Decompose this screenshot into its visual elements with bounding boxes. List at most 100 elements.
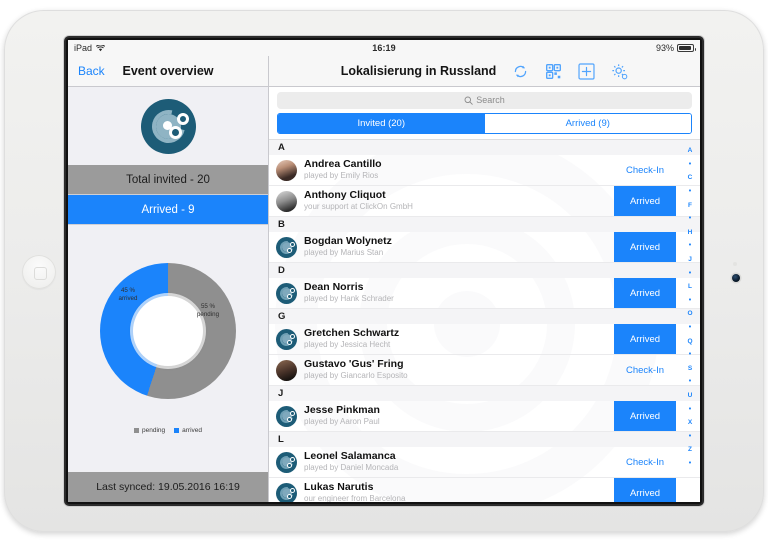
- index-letter[interactable]: •: [689, 402, 691, 416]
- row-action: Arrived: [614, 232, 676, 262]
- attendee-name: Leonel Salamanca: [304, 450, 396, 463]
- attendee-list-pane: Lokalisierung in Russland Search Invited…: [269, 56, 700, 502]
- table-row[interactable]: Andrea Cantillo played by Emily Rios Check…: [269, 155, 700, 186]
- attendee-info: Bogdan Wolynetz played by Marius Stan: [304, 235, 614, 259]
- ipad-screen: iPad 16:19 93% Back Event overview Total…: [68, 40, 700, 502]
- attendee-name: Andrea Cantillo: [304, 158, 382, 171]
- table-row[interactable]: Lukas Narutis our engineer from Barcelona…: [269, 478, 700, 502]
- section-header: J: [269, 386, 700, 401]
- arrived-button[interactable]: Arrived: [614, 478, 676, 502]
- attendee-filter-tabs: Invited (20) Arrived (9): [277, 113, 692, 134]
- attendee-name: Gretchen Schwartz: [304, 327, 400, 340]
- section-header: L: [269, 432, 700, 447]
- attendee-list-container[interactable]: A Andrea Cantillo played by Emily Rios Chec…: [269, 139, 700, 502]
- home-button[interactable]: [22, 255, 56, 289]
- tab-invited[interactable]: Invited (20): [278, 114, 485, 133]
- index-letter[interactable]: Q: [687, 334, 692, 348]
- check-in-button[interactable]: Check-In: [626, 457, 664, 468]
- index-letter[interactable]: S: [688, 362, 692, 376]
- total-invited-stat[interactable]: Total invited - 20: [68, 165, 268, 194]
- table-row[interactable]: Bogdan Wolynetz played by Marius Stan Arri…: [269, 232, 700, 263]
- index-letter[interactable]: •: [689, 348, 691, 362]
- arrived-button[interactable]: Arrived: [614, 324, 676, 354]
- attendee-info: Anthony Cliquot your support at ClickOn G…: [304, 189, 614, 213]
- battery-percent-label: 93%: [655, 43, 674, 53]
- arrived-button[interactable]: Arrived: [614, 232, 676, 262]
- sync-icon[interactable]: [512, 63, 529, 80]
- index-letter[interactable]: U: [688, 389, 693, 403]
- index-letter[interactable]: •: [689, 266, 691, 280]
- row-action: Arrived: [614, 278, 676, 308]
- table-row[interactable]: Leonel Salamanca played by Daniel Moncada…: [269, 447, 700, 478]
- ipad-device-frame: iPad 16:19 93% Back Event overview Total…: [4, 10, 764, 532]
- battery-icon: [677, 44, 696, 52]
- legend-item-arrived: arrived: [174, 427, 202, 434]
- arrived-stat[interactable]: Arrived - 9: [68, 194, 268, 225]
- index-letter[interactable]: F: [688, 198, 692, 212]
- avatar: [276, 159, 297, 181]
- attendee-subtitle: played by Jessica Hecht: [304, 340, 391, 350]
- attendee-info: Dean Norris played by Hank Schrader: [304, 281, 614, 305]
- index-letter[interactable]: •: [689, 429, 691, 443]
- status-bar-right: 93%: [655, 43, 696, 53]
- index-letter[interactable]: •: [689, 158, 691, 172]
- qr-code-icon[interactable]: [545, 63, 562, 80]
- attendee-name: Gustavo 'Gus' Fring: [304, 358, 404, 371]
- index-letter[interactable]: •: [689, 457, 691, 471]
- index-letter[interactable]: •: [689, 185, 691, 199]
- front-camera: [732, 274, 740, 282]
- table-row[interactable]: Jesse Pinkman played by Aaron Paul Arrived: [269, 401, 700, 432]
- event-overview-pane: Back Event overview Total invited - 20 A…: [68, 56, 269, 502]
- donut-label-arrived: 45 % arrived: [118, 287, 138, 303]
- settings-gear-icon[interactable]: [611, 63, 628, 80]
- index-letter[interactable]: •: [689, 321, 691, 335]
- index-letter[interactable]: J: [688, 253, 692, 267]
- attendee-subtitle: played by Emily Rios: [304, 171, 379, 181]
- index-letter[interactable]: O: [687, 307, 692, 321]
- index-letter[interactable]: L: [688, 280, 692, 294]
- index-letter[interactable]: •: [689, 212, 691, 226]
- avatar: [276, 282, 297, 304]
- index-letter[interactable]: •: [689, 294, 691, 308]
- back-button[interactable]: Back: [78, 64, 105, 78]
- home-button-square-icon: [33, 266, 47, 280]
- left-nav-bar: Back Event overview: [68, 56, 268, 87]
- row-action: Check-In: [614, 365, 676, 376]
- attendee-info: Andrea Cantillo played by Emily Rios: [304, 158, 614, 182]
- avatar: [276, 359, 297, 381]
- add-icon[interactable]: [578, 62, 595, 80]
- section-header: A: [269, 140, 700, 155]
- arrived-button[interactable]: Arrived: [614, 278, 676, 308]
- section-header: D: [269, 263, 700, 278]
- check-in-button[interactable]: Check-In: [626, 365, 664, 376]
- index-letter[interactable]: •: [689, 375, 691, 389]
- avatar: [276, 328, 297, 350]
- arrived-button[interactable]: Arrived: [614, 401, 676, 431]
- table-row[interactable]: Gustavo 'Gus' Fring played by Giancarlo E…: [269, 355, 700, 386]
- attendee-info: Gretchen Schwartz played by Jessica Hecht: [304, 327, 614, 351]
- donut-label-pending: 55 % pending: [196, 303, 220, 319]
- arrived-button[interactable]: Arrived: [614, 186, 676, 216]
- index-letter[interactable]: H: [688, 226, 693, 240]
- row-action: Arrived: [614, 478, 676, 502]
- row-action: Arrived: [614, 186, 676, 216]
- clickon-logo-icon: [140, 98, 196, 154]
- row-action: Check-In: [614, 165, 676, 176]
- attendee-info: Leonel Salamanca played by Daniel Moncada: [304, 450, 614, 474]
- tab-arrived[interactable]: Arrived (9): [484, 114, 691, 133]
- table-row[interactable]: Dean Norris played by Hank Schrader Arrive…: [269, 278, 700, 309]
- check-in-button[interactable]: Check-In: [626, 165, 664, 176]
- table-row[interactable]: Anthony Cliquot your support at ClickOn G…: [269, 186, 700, 217]
- split-view: Back Event overview Total invited - 20 A…: [68, 56, 700, 502]
- event-title: Lokalisierung in Russland: [340, 64, 497, 78]
- index-letter[interactable]: Z: [688, 443, 692, 457]
- index-letter[interactable]: X: [688, 416, 692, 430]
- search-input[interactable]: Search: [277, 91, 692, 109]
- alphabet-index[interactable]: A • C • F • H • J • L • O • Q • S • U • X • Z •: [683, 140, 697, 502]
- attendee-info: Jesse Pinkman played by Aaron Paul: [304, 404, 614, 428]
- index-letter[interactable]: C: [688, 171, 693, 185]
- attendee-subtitle: played by Giancarlo Esposito: [304, 371, 408, 381]
- index-letter[interactable]: A: [688, 144, 693, 158]
- table-row[interactable]: Gretchen Schwartz played by Jessica Hecht…: [269, 324, 700, 355]
- index-letter[interactable]: •: [689, 239, 691, 253]
